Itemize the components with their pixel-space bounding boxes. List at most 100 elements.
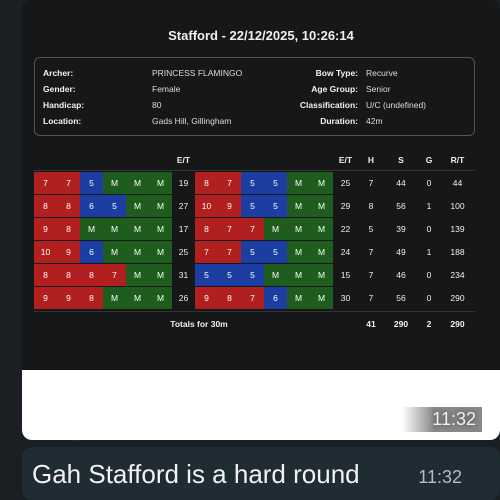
arrow-score: M: [149, 195, 172, 217]
score-row: 7 7 5 M M M 19 8 7 5 5 M M 25 7 44 0 44: [34, 172, 475, 195]
arrow-score: 10: [195, 195, 218, 217]
arrow-score: M: [80, 218, 103, 240]
location-value: Gads Hill, Gillingham: [152, 116, 232, 126]
total-hits: 41: [366, 319, 376, 329]
end-total: 26: [178, 293, 189, 303]
info-row: Archer: PRINCESS FLAMINGO Bow Type: Recu…: [35, 65, 474, 81]
handicap-value: 80: [152, 100, 162, 110]
score-table: E/T E/T H S G R/T 7 7 5 M M M 19 8 7 5 5 M M 25 7 44 0 44…: [34, 149, 475, 335]
classification-label: Classification:: [299, 100, 358, 110]
arrow-score: M: [287, 287, 310, 309]
arrow-score: 8: [218, 287, 241, 309]
arrow-score: M: [310, 264, 333, 286]
end-total: 17: [178, 224, 189, 234]
arrow-score: M: [287, 218, 310, 240]
arrow-score: 8: [195, 172, 218, 194]
arrow-score: 9: [57, 287, 80, 309]
arrow-score: M: [126, 195, 149, 217]
arrow-score: M: [149, 264, 172, 286]
arrow-score: 8: [80, 287, 103, 309]
image-message[interactable]: Stafford - 22/12/2025, 10:26:14 Archer: …: [22, 0, 500, 440]
end-total: 29: [340, 201, 351, 211]
arrow-score: 6: [80, 241, 103, 263]
arrow-score: M: [310, 195, 333, 217]
arrow-score: M: [126, 218, 149, 240]
arrow-score: 5: [241, 241, 264, 263]
arrow-score: 8: [34, 195, 57, 217]
hits: 7: [368, 293, 374, 303]
arrow-score: 5: [103, 195, 126, 217]
score: 49: [396, 247, 406, 257]
arrow-score: M: [126, 172, 149, 194]
hits: 7: [368, 178, 374, 188]
handicap-label: Handicap:: [43, 100, 85, 110]
score: 46: [396, 270, 406, 280]
info-row: Location: Gads Hill, Gillingham Duration…: [35, 113, 474, 129]
text-message-bubble[interactable]: Gah Stafford is a hard round 11:32: [22, 447, 500, 500]
arrow-score: 5: [195, 264, 218, 286]
hits: 8: [368, 201, 374, 211]
end-total: 15: [340, 270, 351, 280]
arrow-score: M: [287, 172, 310, 194]
score-row: 9 9 8 M M M 26 9 8 7 6 M M 30 7 56 0 290: [34, 287, 475, 310]
info-row: Handicap: 80 Classification: U/C (undefi…: [35, 97, 474, 113]
total-running: 290: [450, 319, 465, 329]
golds: 0: [426, 178, 432, 188]
arrow-score: 9: [34, 218, 57, 240]
score-row: 8 8 6 5 M M 27 10 9 5 5 M M 29 8 56 1 100: [34, 195, 475, 218]
arrow-score: M: [103, 172, 126, 194]
location-label: Location:: [43, 116, 82, 126]
message-text: Gah Stafford is a hard round: [32, 459, 360, 489]
score-row: 8 8 8 7 M M 31 5 5 5 M M M 15 7 46 0 234: [34, 264, 475, 287]
arrow-score: 8: [57, 264, 80, 286]
arrow-score: 5: [218, 264, 241, 286]
arrow-score: 10: [34, 241, 57, 263]
arrow-score: M: [103, 218, 126, 240]
arrow-score: M: [126, 264, 149, 286]
arrow-score: M: [149, 241, 172, 263]
arrow-score: 5: [264, 241, 287, 263]
end-total: 27: [178, 201, 189, 211]
arrow-score: 5: [241, 264, 264, 286]
end-total: 22: [340, 224, 351, 234]
arrow-score: M: [264, 218, 287, 240]
arrow-score: M: [149, 218, 172, 240]
arrow-score: M: [126, 241, 149, 263]
arrow-score: M: [287, 241, 310, 263]
header-hits: H: [367, 155, 375, 165]
header-running-total: R/T: [450, 155, 465, 165]
end-total: 19: [178, 178, 189, 188]
header-et-2: E/T: [338, 155, 353, 165]
gender-value: Female: [152, 84, 181, 94]
header-score: S: [398, 155, 404, 165]
golds: 1: [426, 247, 432, 257]
arrow-score: M: [310, 172, 333, 194]
end-total: 24: [340, 247, 351, 257]
arrow-score: 7: [241, 287, 264, 309]
age-group-label: Age Group:: [311, 84, 358, 94]
arrow-score: 7: [218, 218, 241, 240]
arrow-score: 9: [34, 287, 57, 309]
arrow-score: 8: [57, 218, 80, 240]
header-et-1: E/T: [176, 155, 191, 165]
score-row: 9 8 M M M M 17 8 7 7 M M M 22 5 39 0 139: [34, 218, 475, 241]
arrow-score: M: [310, 218, 333, 240]
arrow-score: M: [149, 287, 172, 309]
arrow-score: M: [287, 195, 310, 217]
end-total: 25: [178, 247, 189, 257]
arrow-score: 7: [218, 241, 241, 263]
arrow-score: 7: [57, 172, 80, 194]
arrow-score: 6: [264, 287, 287, 309]
running-total: 139: [450, 224, 465, 234]
arrow-score: M: [103, 287, 126, 309]
arrow-score: 5: [80, 172, 103, 194]
arrow-score: 9: [218, 195, 241, 217]
arrow-score: 7: [34, 172, 57, 194]
arrow-score: 7: [103, 264, 126, 286]
arrow-score: 5: [241, 172, 264, 194]
arrow-score: M: [126, 287, 149, 309]
score: 39: [396, 224, 406, 234]
arrow-score: 9: [57, 241, 80, 263]
running-total: 188: [450, 247, 465, 257]
arrow-score: 5: [264, 172, 287, 194]
